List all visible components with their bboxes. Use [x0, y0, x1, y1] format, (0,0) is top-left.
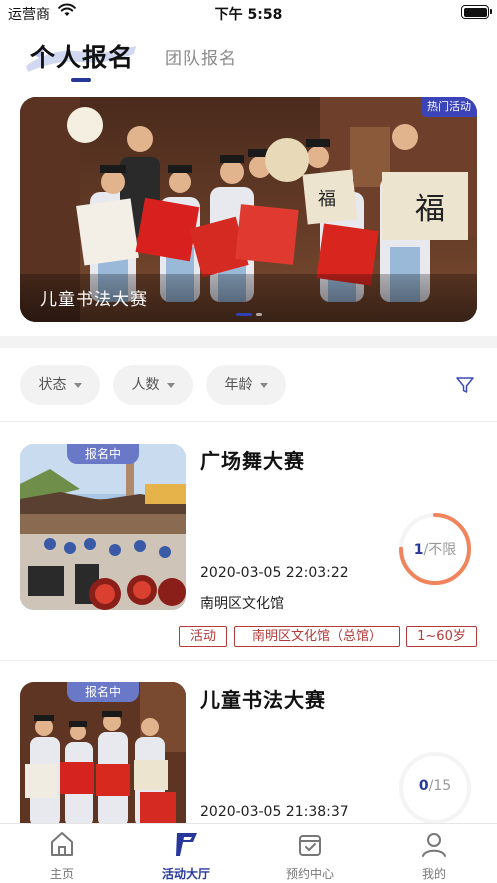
activity-thumbnail: 报名中 — [20, 682, 186, 823]
list-divider — [0, 421, 497, 422]
status-bar: 运营商 下午 5:58 — [0, 0, 497, 26]
tab-team-registration[interactable]: 团队报名 — [165, 44, 237, 69]
nav-home-label: 主页 — [49, 867, 74, 881]
nav-activity-hall-label: 活动大厅 — [161, 867, 210, 881]
activity-photo — [20, 444, 186, 610]
filter-age-label: 年龄 — [224, 377, 253, 393]
nav-profile[interactable]: 我的 — [372, 824, 496, 883]
tag-venue: 南明区文化馆（总馆） — [234, 626, 400, 647]
registration-tabs: 个人报名 团队报名 — [0, 36, 497, 86]
registered-count: 0 — [418, 778, 429, 794]
filter-bar: 状态 人数 年龄 — [0, 365, 497, 405]
activity-time: 2020-03-05 22:03:22 — [200, 565, 349, 581]
filter-status[interactable]: 状态 — [20, 365, 100, 405]
activity-time: 2020-03-05 21:38:37 — [200, 804, 349, 820]
caret-down-icon — [166, 382, 175, 388]
battery-icon — [461, 5, 492, 19]
nav-home[interactable]: 主页 — [0, 824, 124, 883]
capacity-text: 0/15 — [397, 778, 473, 794]
hot-activity-badge: 热门活动 — [421, 97, 477, 117]
nav-booking-center-label: 预约中心 — [285, 867, 334, 881]
registration-status-badge: 报名中 — [67, 444, 139, 464]
activity-card[interactable]: 报名中 儿童书法大赛 2020-03-05 21:38:37 0/15 — [0, 682, 497, 823]
caret-down-icon — [73, 382, 82, 388]
caret-down-icon — [259, 382, 268, 388]
banner-caption: 儿童书法大赛 — [40, 290, 148, 310]
activity-card[interactable]: 报名中 广场舞大赛 2020-03-05 22:03:22 南明区文化馆 1/不… — [0, 443, 497, 657]
tag-category: 活动 — [179, 626, 227, 647]
registration-status-badge: 报名中 — [67, 682, 139, 702]
home-icon — [51, 832, 73, 856]
filter-age[interactable]: 年龄 — [206, 365, 286, 405]
activity-title: 儿童书法大赛 — [200, 688, 326, 712]
activity-venue: 南明区文化馆 — [200, 596, 284, 612]
tab-personal-registration[interactable]: 个人报名 — [30, 38, 134, 74]
filter-count-label: 人数 — [131, 377, 160, 393]
calendar-check-icon — [299, 835, 321, 856]
nav-booking-center[interactable]: 预约中心 — [248, 824, 372, 883]
filter-count[interactable]: 人数 — [113, 365, 193, 405]
activity-title: 广场舞大赛 — [200, 449, 305, 473]
list-divider — [0, 660, 497, 661]
capacity-ring: 0/15 — [397, 750, 473, 823]
registered-count: 1 — [413, 542, 424, 558]
svg-text:福: 福 — [318, 189, 336, 210]
flag-icon — [176, 833, 197, 856]
bottom-navigation: 主页 活动大厅 预约中心 我的 — [0, 823, 497, 883]
capacity-limit: /15 — [428, 778, 452, 794]
nav-activity-hall[interactable]: 活动大厅 — [124, 824, 248, 883]
clock: 下午 5:58 — [214, 7, 283, 23]
carousel-dot[interactable] — [255, 313, 262, 316]
svg-text:福: 福 — [415, 192, 445, 227]
tag-age-range: 1~60岁 — [406, 626, 477, 647]
capacity-limit: /不限 — [423, 542, 457, 558]
user-icon — [422, 833, 446, 857]
featured-banner[interactable]: 福 福 热门活动 儿童书法大赛 — [20, 97, 477, 322]
activity-thumbnail: 报名中 — [20, 444, 186, 610]
carousel-dots — [20, 313, 477, 316]
funnel-icon[interactable] — [455, 375, 475, 395]
activity-photo — [20, 682, 186, 823]
carousel-dot-active[interactable] — [235, 313, 252, 316]
capacity-text: 1/不限 — [397, 539, 473, 559]
filter-status-label: 状态 — [38, 377, 67, 393]
nav-profile-label: 我的 — [421, 867, 446, 881]
capacity-ring: 1/不限 — [397, 511, 473, 587]
section-divider — [0, 336, 497, 348]
active-tab-indicator — [71, 78, 91, 82]
